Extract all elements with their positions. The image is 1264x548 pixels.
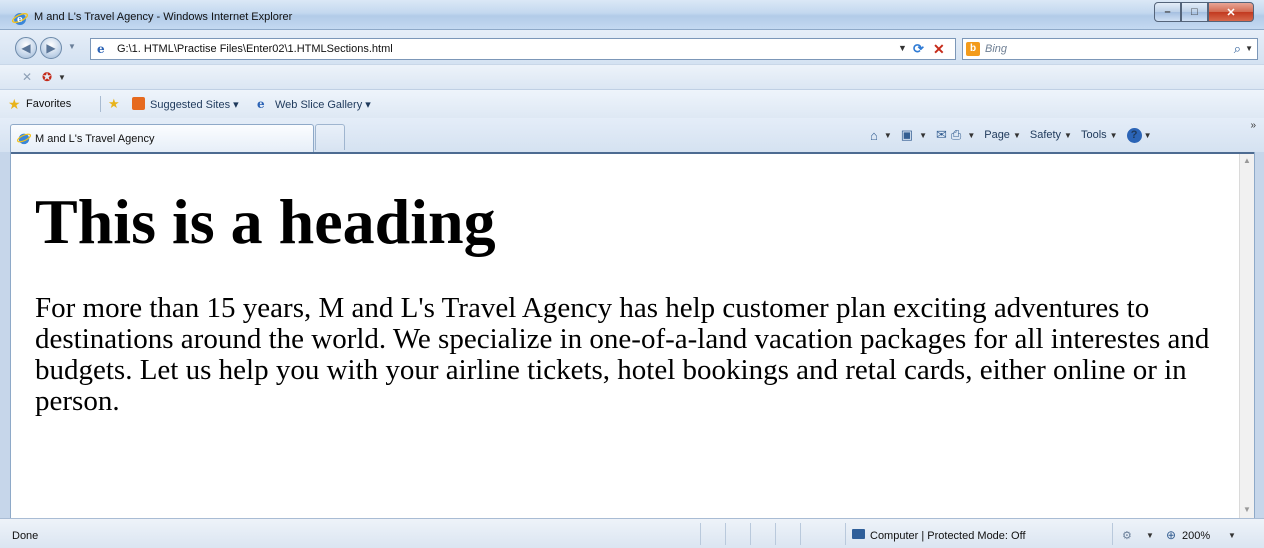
status-text: Done (12, 530, 39, 542)
favorites-divider (100, 96, 101, 112)
favorites-button[interactable]: Favorites (26, 98, 71, 110)
window-left-edge (0, 152, 11, 522)
zoom-icon[interactable]: ⊕ (1166, 528, 1176, 542)
protected-mode-dropdown-icon[interactable]: ▼ (1146, 531, 1154, 540)
tab-label: M and L's Travel Agency (35, 133, 155, 145)
add-to-favorites-icon[interactable]: ★ (108, 96, 120, 112)
suggested-sites-link[interactable]: Suggested Sites ▾ (150, 98, 239, 111)
safety-dropdown-icon[interactable]: ▼ (1064, 131, 1072, 140)
status-divider (775, 523, 776, 545)
status-divider (700, 523, 701, 545)
home-icon[interactable]: ⌂ (870, 128, 878, 143)
window-title: M and L's Travel Agency - Windows Intern… (34, 11, 293, 23)
search-icon[interactable]: ⌕ (1234, 41, 1241, 57)
page-paragraph: For more than 15 years, M and L's Travel… (35, 292, 1210, 417)
scroll-down-icon[interactable]: ▼ (1243, 505, 1251, 514)
ie-logo-icon: e (12, 12, 28, 25)
bing-icon: b (966, 42, 980, 56)
status-divider (725, 523, 726, 545)
status-divider (1112, 523, 1113, 545)
computer-zone-icon (852, 529, 865, 539)
home-dropdown-icon[interactable]: ▼ (884, 131, 892, 140)
svg-text:e: e (17, 15, 23, 25)
scroll-up-icon[interactable]: ▲ (1243, 156, 1251, 165)
addon-icon[interactable]: ✪ (42, 70, 52, 84)
vertical-scrollbar[interactable]: ▲ ▼ (1239, 154, 1254, 518)
tab-active[interactable]: M and L's Travel Agency (10, 124, 314, 152)
page-dropdown-icon[interactable]: ▼ (1013, 131, 1021, 140)
back-button[interactable]: ◀ (15, 37, 37, 59)
address-bar[interactable]: e G:\1. HTML\Practise Files\Enter02\1.HT… (90, 38, 956, 60)
window-controls: – □ ✕ (1154, 2, 1254, 22)
command-row: ✕ ✪ ▼ (0, 64, 1264, 90)
window-title-bar: e M and L's Travel Agency - Windows Inte… (0, 0, 1264, 30)
stop-icon[interactable]: ✕ (933, 41, 945, 58)
feeds-dropdown-icon[interactable]: ▼ (919, 131, 927, 140)
navigation-bar: ◀ ▶ ▼ e G:\1. HTML\Practise Files\Enter0… (0, 30, 1264, 64)
back-arrow-icon: ◀ (21, 41, 31, 55)
close-toolbar-icon[interactable]: ✕ (22, 70, 32, 84)
minimize-button[interactable]: – (1154, 2, 1181, 22)
status-divider (800, 523, 801, 545)
refresh-icon[interactable]: ⟳ (913, 41, 924, 57)
print-dropdown-icon[interactable]: ▼ (967, 131, 975, 140)
close-button[interactable]: ✕ (1208, 2, 1254, 22)
search-options-dropdown-icon[interactable]: ▼ (1245, 44, 1253, 53)
web-slice-gallery-link[interactable]: Web Slice Gallery ▾ (275, 98, 371, 111)
window-right-edge (1254, 152, 1264, 522)
favorites-bar: ★ Favorites ★ Suggested Sites ▾ e Web Sl… (0, 90, 1264, 118)
search-box[interactable]: b Bing ⌕ ▼ (962, 38, 1258, 60)
mail-icon[interactable]: ✉ (936, 127, 947, 143)
zoom-level[interactable]: 200% (1182, 530, 1210, 542)
status-divider (750, 523, 751, 545)
suggested-sites-icon (132, 97, 145, 110)
page-menu[interactable]: Page (984, 129, 1010, 141)
feeds-icon[interactable]: ▣ (901, 127, 913, 143)
security-zone[interactable]: Computer | Protected Mode: Off (870, 530, 1026, 542)
address-url[interactable]: G:\1. HTML\Practise Files\Enter02\1.HTML… (117, 43, 393, 55)
zoom-dropdown-icon[interactable]: ▼ (1228, 531, 1236, 540)
favorites-star-icon[interactable]: ★ (8, 96, 21, 113)
help-dropdown-icon[interactable]: ▼ (1144, 131, 1152, 140)
page-heading: This is a heading (35, 186, 496, 257)
tools-dropdown-icon[interactable]: ▼ (1110, 131, 1118, 140)
command-bar: ⌂ ▼ ▣ ▼ ✉ ⎙ ▼ Page ▼ Safety ▼ Tools ▼ ? ▼ (870, 127, 1161, 143)
ie-logo-icon (17, 133, 31, 145)
web-slice-icon: e (257, 97, 265, 111)
recent-pages-dropdown[interactable]: ▼ (68, 42, 76, 51)
help-icon[interactable]: ? (1126, 127, 1142, 143)
print-icon[interactable]: ⎙ (951, 127, 961, 143)
forward-button[interactable]: ▶ (40, 37, 62, 59)
page-viewport: This is a heading For more than 15 years… (11, 154, 1239, 518)
new-tab-button[interactable] (315, 124, 345, 150)
safety-menu[interactable]: Safety (1030, 129, 1061, 141)
protected-mode-icon[interactable]: ⚙ (1122, 529, 1132, 542)
search-input[interactable]: Bing (985, 43, 1007, 55)
forward-arrow-icon: ▶ (46, 41, 56, 55)
maximize-button[interactable]: □ (1181, 2, 1208, 22)
page-icon: e (97, 42, 105, 56)
addon-dropdown-icon[interactable]: ▼ (58, 73, 66, 82)
address-dropdown-icon[interactable]: ▼ (898, 43, 907, 53)
toolbar-overflow-icon[interactable]: » (1250, 120, 1256, 131)
tab-row: M and L's Travel Agency ⌂ ▼ ▣ ▼ ✉ ⎙ ▼ Page ▼… (0, 118, 1264, 152)
status-bar: Done Computer | Protected Mode: Off ⚙ ▼ … (0, 518, 1264, 548)
tools-menu[interactable]: Tools (1081, 129, 1107, 141)
status-divider (845, 523, 846, 545)
